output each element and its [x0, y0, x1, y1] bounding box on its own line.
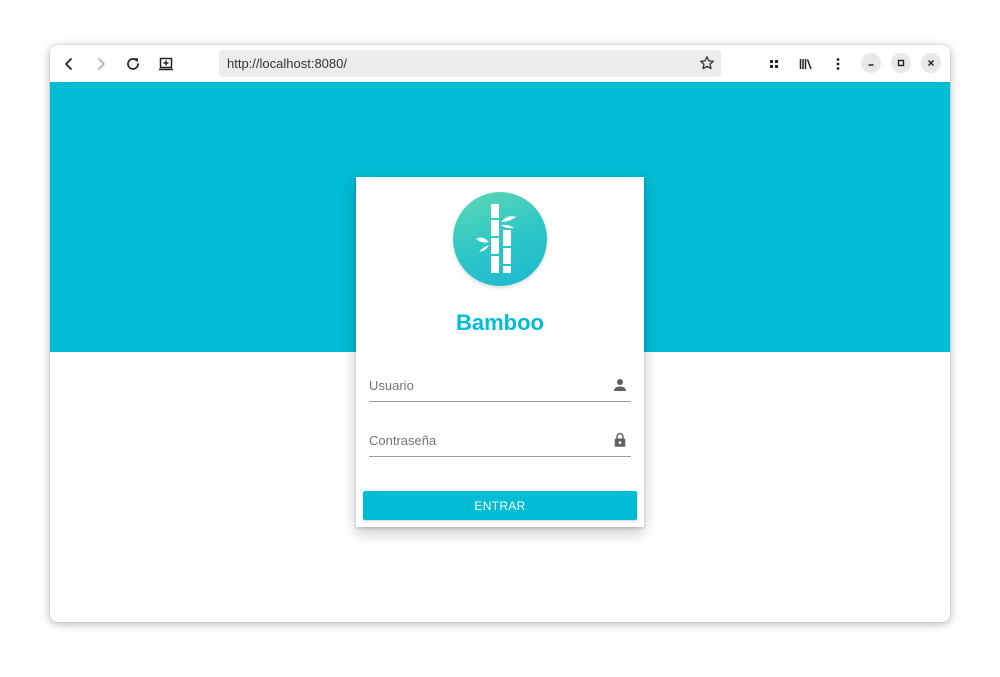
grid-icon	[770, 60, 778, 68]
username-input[interactable]	[369, 373, 604, 397]
page-content: Bamboo ENTRAR	[50, 82, 950, 622]
back-button[interactable]	[56, 51, 82, 77]
maximize-icon	[897, 59, 905, 67]
password-field[interactable]	[369, 426, 631, 457]
login-card: Bamboo ENTRAR	[356, 177, 644, 527]
add-page-icon	[159, 57, 173, 71]
password-input[interactable]	[369, 428, 604, 452]
username-field[interactable]	[369, 371, 631, 402]
person-icon	[614, 379, 626, 391]
url-text[interactable]: http://localhost:8080/	[227, 56, 347, 71]
lock-icon	[614, 432, 626, 447]
browser-window: http://localhost:8080/ Bamboo Usuario EN…	[50, 45, 950, 622]
maximize-button[interactable]	[891, 53, 911, 73]
reload-button[interactable]	[120, 51, 146, 77]
bamboo-icon	[476, 204, 516, 273]
minimize-button[interactable]	[861, 53, 881, 73]
reload-icon	[127, 58, 139, 70]
screenshot-button[interactable]	[153, 51, 179, 77]
library-icon	[799, 59, 812, 70]
extensions-button[interactable]	[761, 51, 787, 77]
kebab-menu-icon	[836, 58, 840, 70]
minimize-icon	[868, 64, 874, 66]
browser-toolbar: http://localhost:8080/	[50, 45, 950, 83]
star-icon[interactable]	[699, 55, 715, 71]
close-button[interactable]	[921, 53, 941, 73]
login-button[interactable]: ENTRAR	[363, 491, 637, 520]
menu-button[interactable]	[825, 51, 851, 77]
app-title: Bamboo	[456, 310, 544, 335]
library-button[interactable]	[793, 51, 819, 77]
chevron-left-icon	[65, 58, 72, 70]
close-icon	[928, 60, 934, 66]
address-bar[interactable]: http://localhost:8080/	[219, 50, 721, 77]
logo	[453, 192, 547, 286]
chevron-right-icon	[98, 58, 105, 70]
forward-button[interactable]	[88, 51, 114, 77]
